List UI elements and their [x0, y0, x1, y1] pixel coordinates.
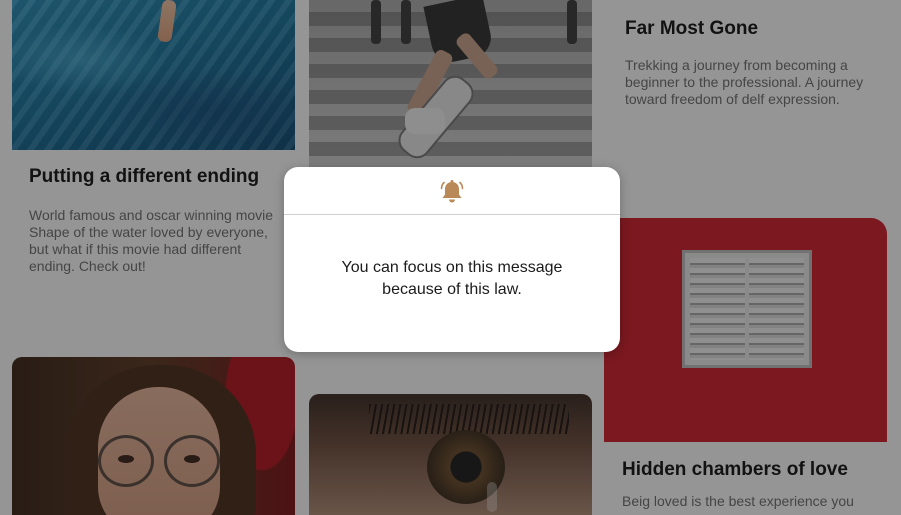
modal-message-line: because of this law.: [382, 281, 522, 298]
modal-header: [284, 167, 620, 215]
modal-message-line: You can focus on this message: [341, 259, 563, 276]
notification-modal: You can focus on this message because of…: [284, 167, 620, 352]
bell-icon: [440, 180, 464, 203]
modal-message: You can focus on this message because of…: [284, 257, 620, 301]
